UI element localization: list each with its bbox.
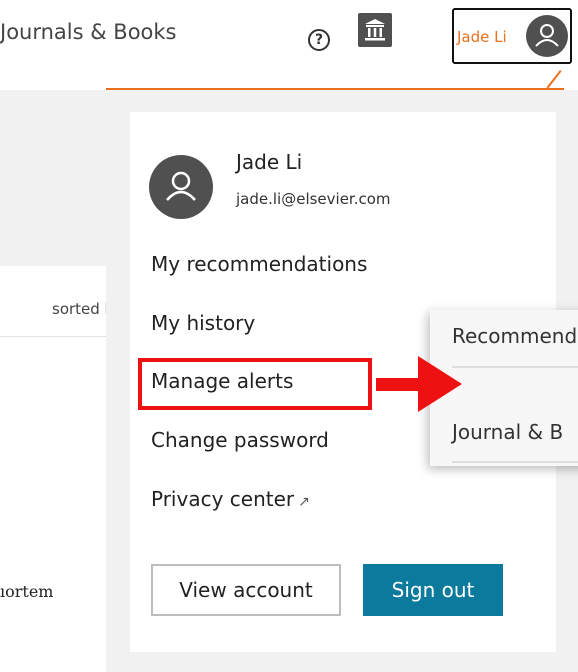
account-name: Jade Li bbox=[236, 150, 303, 174]
external-link-icon: ↗ bbox=[298, 494, 310, 510]
user-menu-button[interactable]: Jade Li bbox=[452, 8, 572, 64]
submenu-item-journal-book[interactable]: Journal & B bbox=[452, 420, 563, 444]
account-avatar bbox=[149, 155, 213, 219]
institution-icon bbox=[365, 19, 385, 41]
help-circle-icon[interactable]: ? bbox=[308, 29, 330, 51]
dropdown-accent-notch bbox=[546, 70, 562, 89]
menu-item-change-password[interactable]: Change password bbox=[151, 428, 329, 452]
user-button-name: Jade Li bbox=[457, 28, 507, 46]
journals-books-link[interactable]: Journals & Books bbox=[0, 20, 177, 44]
highlight-arrow-shaft bbox=[376, 378, 420, 391]
privacy-center-label: Privacy center bbox=[151, 487, 295, 511]
dropdown-accent-line bbox=[106, 88, 564, 90]
page: sorted b ıortem Journals & Books ? Jade … bbox=[0, 0, 578, 672]
submenu-item-recommendations[interactable]: Recommend bbox=[452, 324, 577, 348]
user-avatar bbox=[526, 15, 568, 57]
person-icon bbox=[166, 171, 196, 201]
menu-item-my-history[interactable]: My history bbox=[151, 311, 255, 335]
menu-item-my-recommendations[interactable]: My recommendations bbox=[151, 252, 367, 276]
highlight-box bbox=[138, 358, 372, 410]
sort-label: sorted b bbox=[52, 300, 115, 318]
account-email: jade.li@elsevier.com bbox=[236, 190, 391, 208]
institution-button[interactable] bbox=[358, 13, 392, 47]
submenu-divider bbox=[452, 461, 578, 463]
highlight-arrow-icon bbox=[418, 356, 462, 412]
menu-item-privacy-center[interactable]: Privacy center ↗ bbox=[151, 487, 310, 511]
result-snippet: ıortem bbox=[0, 582, 54, 601]
view-account-button[interactable]: View account bbox=[151, 564, 341, 616]
person-icon bbox=[535, 24, 559, 47]
sign-out-button[interactable]: Sign out bbox=[363, 564, 503, 616]
submenu-divider bbox=[452, 366, 578, 368]
